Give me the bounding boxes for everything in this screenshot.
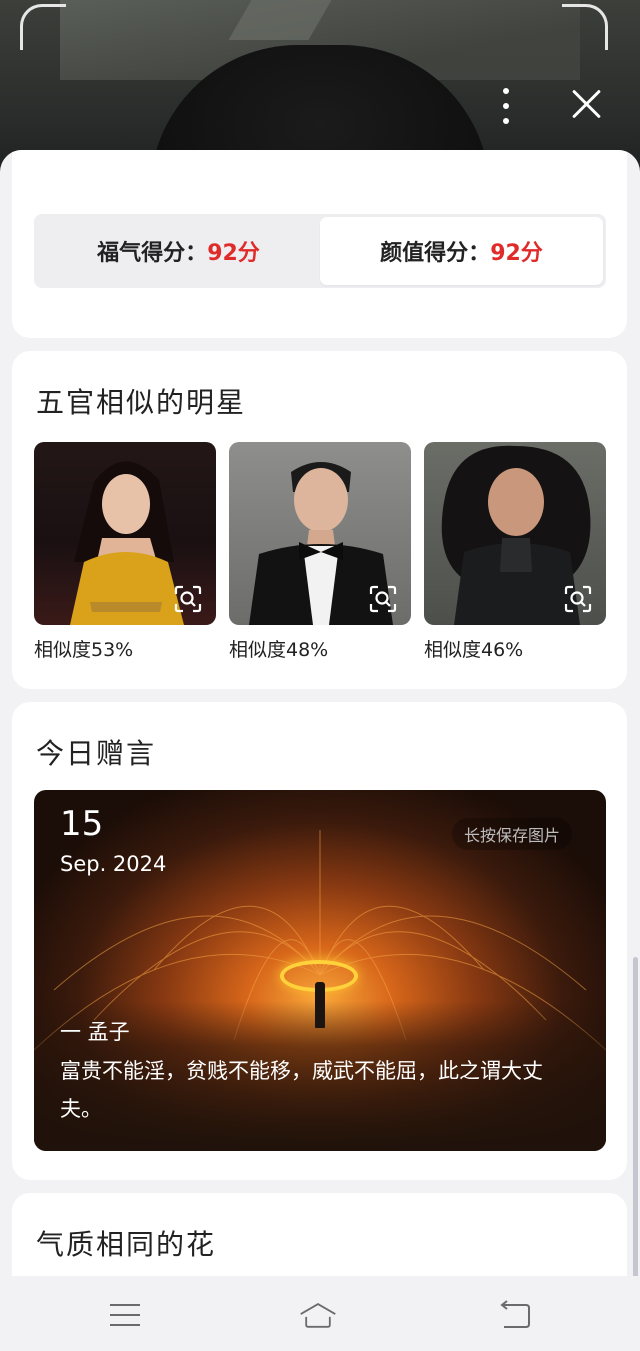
more-options-icon[interactable] xyxy=(492,84,520,128)
save-image-hint: 长按保存图片 xyxy=(452,818,573,850)
recent-apps-icon[interactable] xyxy=(105,1300,145,1330)
star-item[interactable]: 相似度48% xyxy=(229,442,411,662)
face-scan-icon[interactable] xyxy=(369,585,397,613)
similar-stars-card: 五官相似的明星 相似度53% 相似度48% 相似度46% xyxy=(12,351,627,689)
star-photo[interactable] xyxy=(34,442,216,625)
similar-flower-title: 气质相同的花 xyxy=(36,1228,217,1261)
fortune-score-label: 福气得分： xyxy=(97,241,208,266)
close-icon[interactable] xyxy=(566,84,606,124)
fortune-score-tab[interactable]: 福气得分： 92分 xyxy=(37,217,320,285)
fortune-score-value: 92分 xyxy=(207,241,260,266)
looks-score-label: 颜值得分： xyxy=(380,241,491,266)
star-photo[interactable] xyxy=(229,442,411,625)
similarity-label: 相似度48% xyxy=(229,639,329,661)
similar-flower-card: 气质相同的花 xyxy=(12,1193,627,1276)
similar-stars-title: 五官相似的明星 xyxy=(36,386,247,419)
looks-score-tab[interactable]: 颜值得分： 92分 xyxy=(320,217,603,285)
back-icon[interactable] xyxy=(494,1300,534,1330)
score-card: 福气得分： 92分 颜值得分： 92分 xyxy=(12,150,627,338)
star-item[interactable]: 相似度53% xyxy=(34,442,216,662)
scan-frame-corner-right xyxy=(562,4,608,50)
star-item[interactable]: 相似度46% xyxy=(424,442,606,662)
quote-day: 15 xyxy=(60,804,104,844)
result-sheet[interactable]: 福气得分： 92分 颜值得分： 92分 五官相似的明星 相似度53% 相似度48… xyxy=(0,150,640,1276)
scan-frame-corner-left xyxy=(20,4,66,50)
score-segmented-control: 福气得分： 92分 颜值得分： 92分 xyxy=(34,214,606,288)
quote-month-year: Sep. 2024 xyxy=(60,852,167,876)
similarity-label: 相似度53% xyxy=(34,639,134,661)
system-nav-bar xyxy=(0,1276,640,1351)
quote-text: 富贵不能淫，贫贱不能移，威武不能屈，此之谓大丈夫。 xyxy=(60,1059,543,1121)
quote-author: 一 孟子 xyxy=(60,1020,130,1044)
scrollbar[interactable] xyxy=(633,957,638,1276)
home-icon[interactable] xyxy=(298,1300,338,1330)
face-scan-icon[interactable] xyxy=(564,585,592,613)
looks-score-value: 92分 xyxy=(490,241,543,266)
similar-stars-list: 相似度53% 相似度48% 相似度46% xyxy=(34,442,606,662)
similarity-label: 相似度46% xyxy=(424,639,524,661)
silhouette xyxy=(315,982,325,1028)
daily-quote-card: 今日赠言 15 Sep. 2024 长按保存图片 一 孟子 富贵不能淫，贫贱不能… xyxy=(12,702,627,1180)
quote-image[interactable]: 15 Sep. 2024 长按保存图片 一 孟子 富贵不能淫，贫贱不能移，威武不… xyxy=(34,790,606,1151)
daily-quote-title: 今日赠言 xyxy=(36,737,157,770)
star-photo[interactable] xyxy=(424,442,606,625)
face-scan-icon[interactable] xyxy=(174,585,202,613)
